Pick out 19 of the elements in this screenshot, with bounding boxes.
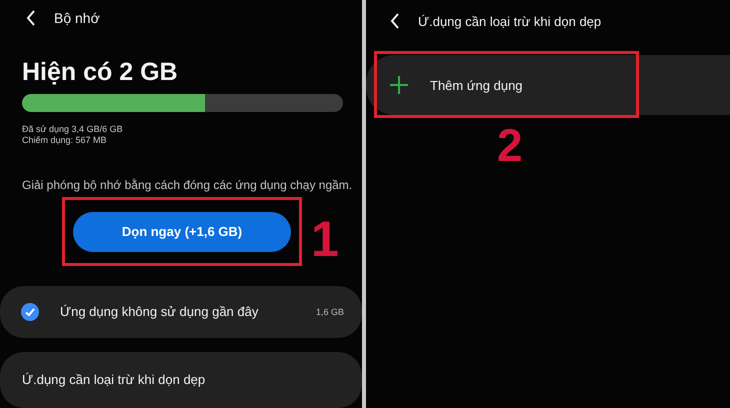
option-row[interactable]: Ứng dụng không sử dụng gần đây 1,6 GB [0, 286, 362, 338]
step-number: 1 [311, 212, 339, 266]
screen-title: Ứ.dụng cần loại trừ khi dọn dẹp [418, 14, 602, 28]
option-row[interactable]: Ứ.dụng cần loại trừ khi dọn dẹp [0, 352, 362, 408]
plus-icon [390, 76, 408, 94]
step-number: 2 [497, 118, 523, 172]
back-icon[interactable] [26, 10, 36, 26]
option-size: 1,6 GB [316, 306, 344, 317]
back-icon[interactable] [390, 13, 400, 29]
screen-title: Bộ nhớ [54, 10, 100, 26]
clean-button[interactable]: Dọn ngay (+1,6 GB) [73, 212, 291, 252]
checkbox-icon[interactable] [21, 302, 39, 321]
description: Giải phóng bộ nhớ bằng cách đóng các ứng dụng chạy ngầm. [22, 178, 354, 192]
add-app-button[interactable]: Thêm ứng dụng [366, 55, 730, 115]
option-label: Ứ.dụng cần loại trừ khi dọn dẹp [22, 372, 206, 388]
option-label: Ứng dụng không sử dụng gần đây [60, 304, 260, 320]
available-storage: Hiện có 2 GB [22, 58, 179, 86]
used-text: Đã sử dụng 3,4 GB/6 GB [22, 124, 124, 136]
occupied-text: Chiếm dụng: 567 MB [22, 135, 108, 146]
